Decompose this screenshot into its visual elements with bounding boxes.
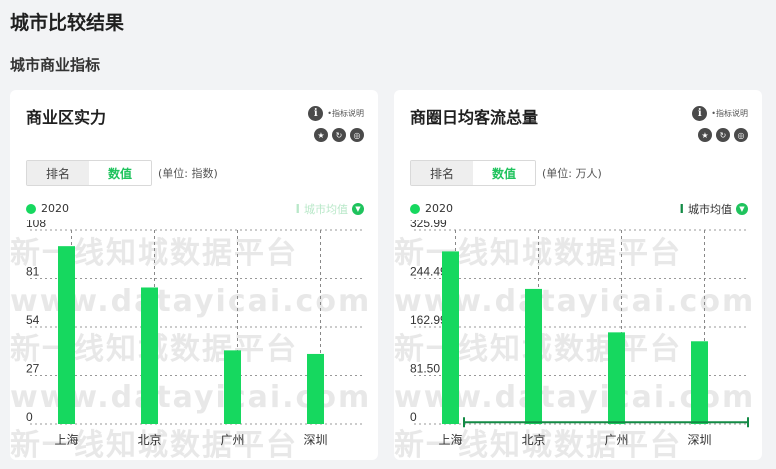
y-tick-label: 108 [26, 220, 46, 230]
x-tick-label: 上海 [54, 432, 78, 447]
card-title: 商圈日均客流总量 [410, 108, 539, 127]
bar [141, 287, 158, 424]
refresh-icon[interactable]: ↻ [716, 128, 730, 142]
unit-label: (单位: 指数) [158, 167, 218, 180]
y-tick-label: 0 [26, 410, 33, 424]
bar-chart: 325.99 244.49 162.99 81.50 0 上海 北京 广州 深圳 [410, 220, 749, 447]
chevron-down-icon: ▼ [352, 203, 364, 215]
chart-card-business-strength: 新一线知城数据平台 www.datayicai.com 新一线知城数据平台 ww… [10, 90, 378, 460]
x-tick-label: 上海 [438, 432, 462, 447]
legend-dot [26, 203, 36, 214]
info-label: •指标说明 [711, 109, 748, 118]
x-tick-label: 深圳 [303, 433, 327, 447]
legend[interactable]: 2020 [410, 202, 453, 215]
info-label: •指标说明 [327, 109, 364, 118]
x-tick-label: 广州 [220, 433, 244, 447]
star-icon[interactable]: ★ [314, 128, 328, 142]
average-marker-icon: I [679, 202, 684, 216]
card-title: 商业区实力 [26, 108, 107, 127]
y-tick-label: 0 [410, 410, 417, 424]
y-tick-label: 162.99 [410, 313, 447, 327]
eye-icon[interactable]: ◎ [734, 128, 748, 142]
bar [307, 353, 324, 424]
bar [525, 288, 542, 424]
x-tick-label: 深圳 [687, 433, 711, 447]
bar-chart: 108 81 54 27 0 上海 北京 广州 深圳 [26, 220, 362, 447]
chart-card-daily-traffic: 新一线知城数据平台 www.datayicai.com 新一线知城数据平台 ww… [394, 90, 762, 460]
tab-rank[interactable]: 排名 [411, 161, 473, 185]
bar [58, 246, 75, 424]
star-icon[interactable]: ★ [698, 128, 712, 142]
average-marker-icon: I [295, 202, 300, 216]
page-title: 城市比较结果 [10, 12, 125, 34]
bar [608, 332, 625, 424]
y-tick-label: 27 [26, 362, 40, 376]
indicator-info-link[interactable]: i •指标说明 [308, 106, 364, 121]
city-average-toggle[interactable]: I 城市均值 ▼ [296, 201, 364, 217]
bar [691, 341, 708, 424]
y-tick-label: 81 [26, 265, 40, 279]
section-title: 城市商业指标 [10, 56, 101, 74]
x-tick-label: 北京 [137, 433, 161, 447]
eye-icon[interactable]: ◎ [350, 128, 364, 142]
y-tick-label: 244.49 [410, 265, 447, 279]
card-toolbar: ★ ↻ ◎ [314, 128, 364, 142]
view-tabs: 排名 数值 [26, 160, 152, 186]
legend-label: 2020 [41, 202, 69, 215]
city-average-toggle[interactable]: I 城市均值 ▼ [680, 201, 748, 217]
tab-value[interactable]: 数值 [89, 161, 151, 185]
indicator-info-link[interactable]: i •指标说明 [692, 106, 748, 121]
tab-value[interactable]: 数值 [473, 161, 535, 185]
y-tick-label: 325.99 [410, 220, 447, 230]
view-tabs: 排名 数值 [410, 160, 536, 186]
x-tick-label: 北京 [521, 433, 545, 447]
legend-label: 2020 [425, 202, 453, 215]
legend[interactable]: 2020 [26, 202, 69, 215]
unit-label: (单位: 万人) [542, 167, 602, 180]
card-toolbar: ★ ↻ ◎ [698, 128, 748, 142]
y-tick-label: 54 [26, 313, 40, 327]
legend-dot [410, 203, 420, 214]
chevron-down-icon: ▼ [736, 203, 748, 215]
average-label: 城市均值 [304, 203, 348, 216]
info-icon: i [308, 106, 324, 121]
tab-rank[interactable]: 排名 [27, 161, 89, 185]
average-label: 城市均值 [688, 203, 732, 216]
bar [224, 350, 241, 424]
y-tick-label: 81.50 [410, 362, 440, 376]
info-icon: i [692, 106, 708, 121]
refresh-icon[interactable]: ↻ [332, 128, 346, 142]
bar [442, 251, 459, 424]
x-tick-label: 广州 [604, 433, 628, 447]
